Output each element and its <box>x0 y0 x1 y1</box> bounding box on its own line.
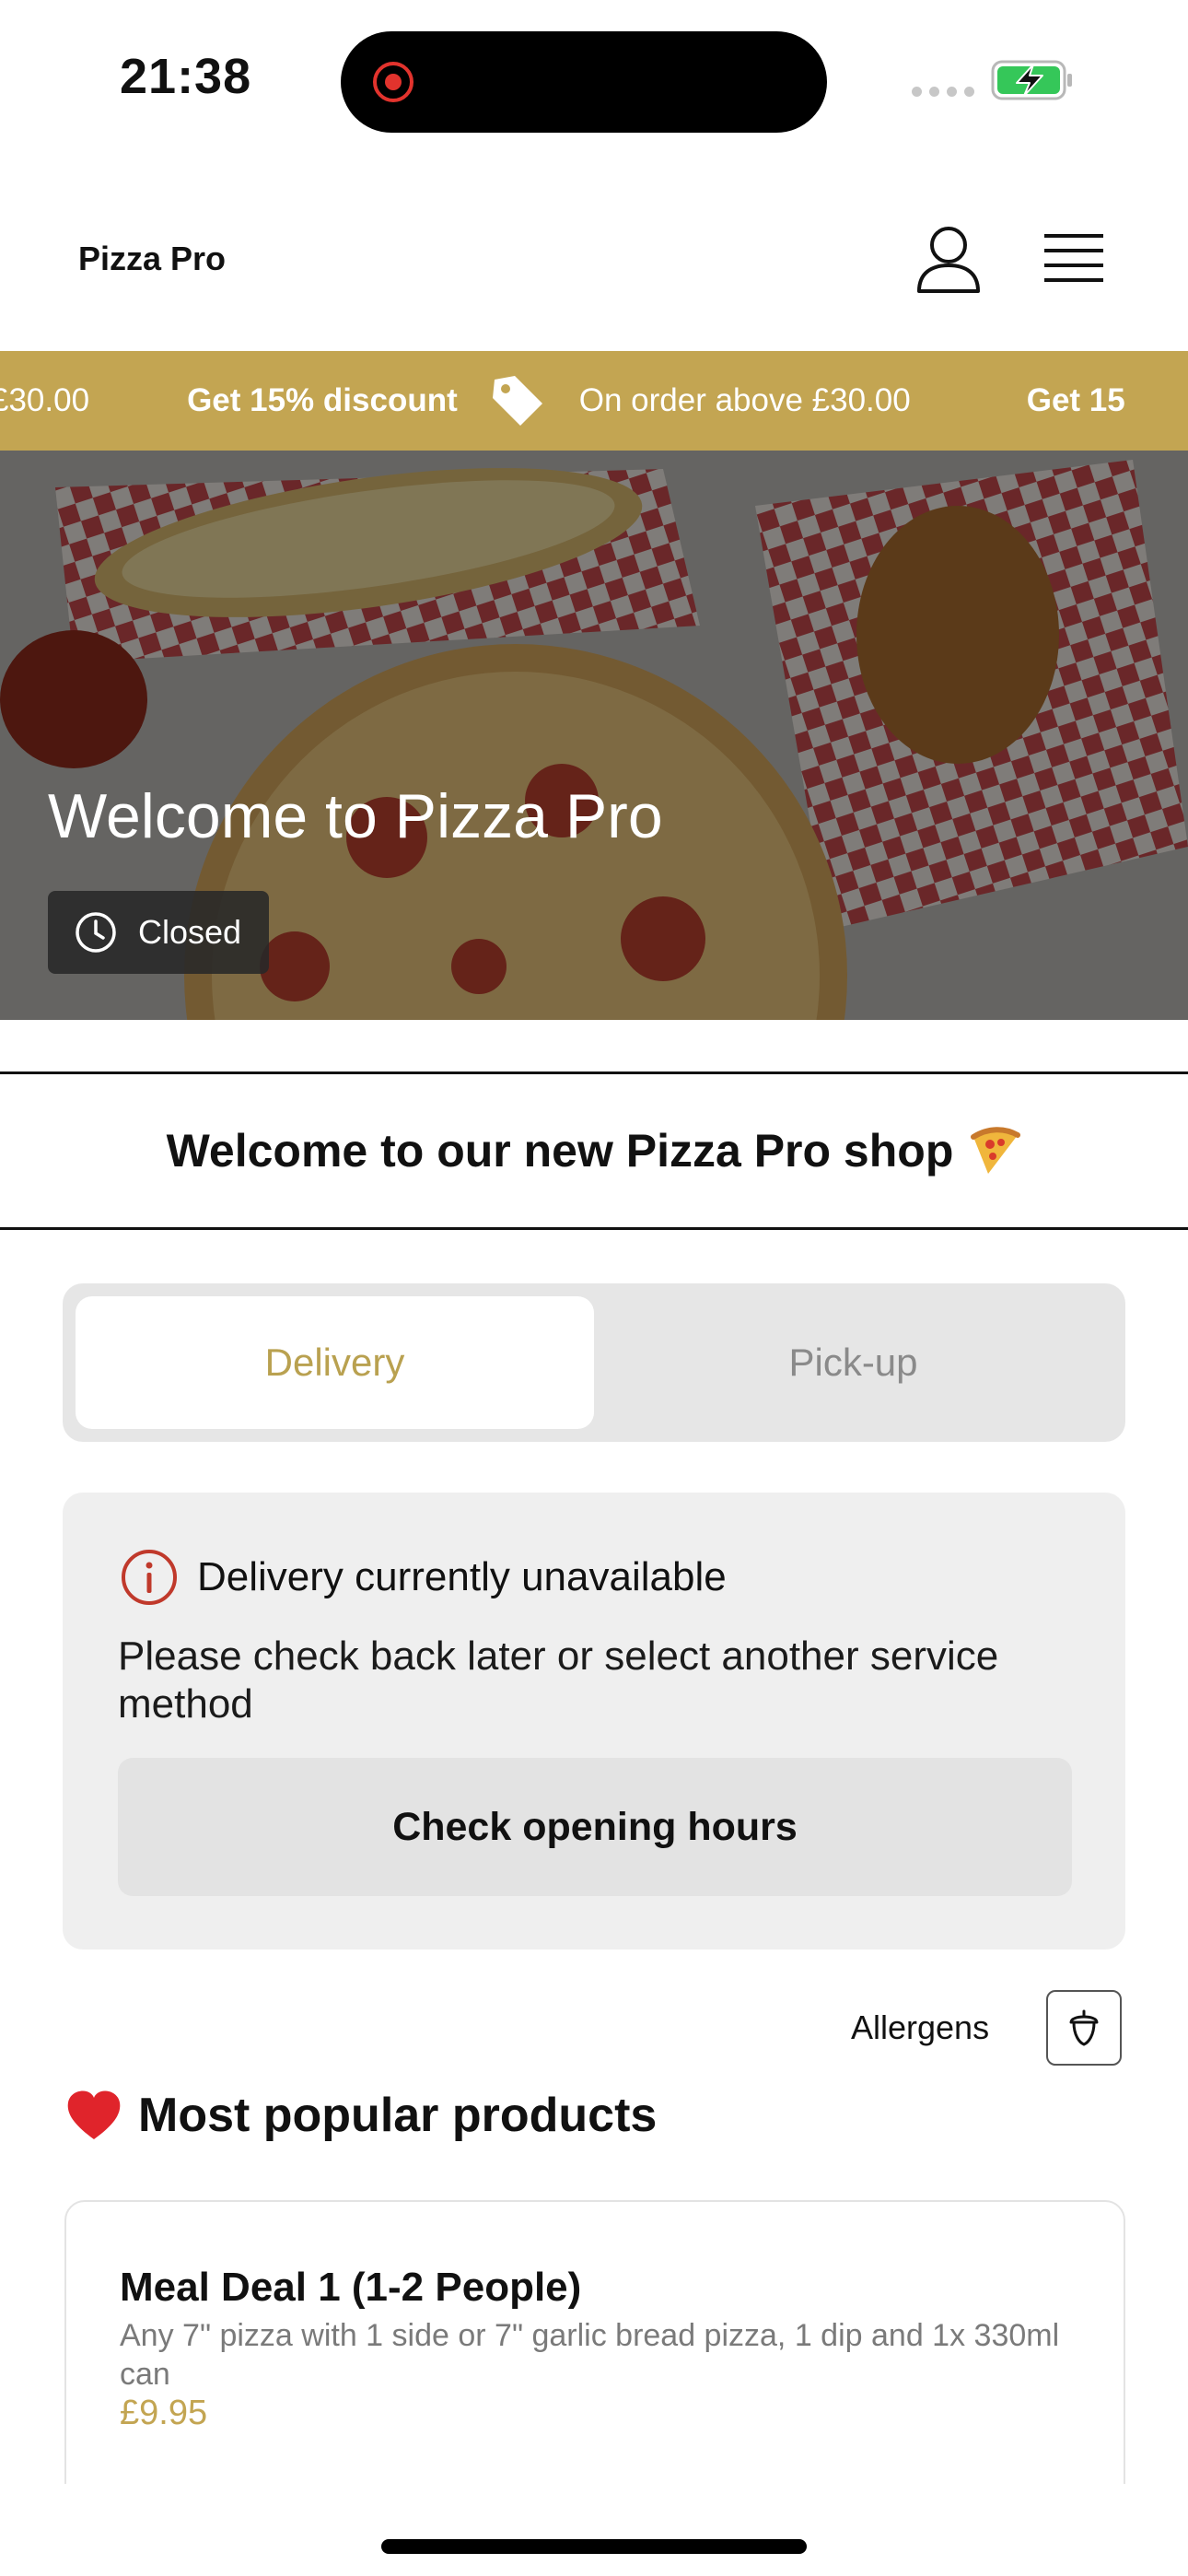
product-description: Any 7" pizza with 1 side or 7" garlic br… <box>120 2318 1060 2392</box>
heart-icon <box>67 2090 121 2139</box>
popular-products-title: Most popular products <box>138 2089 658 2142</box>
promo-discount-text: Get 15% discount <box>187 382 458 418</box>
pickup-tab[interactable]: Pick-up <box>594 1296 1112 1429</box>
welcome-strip: Welcome to our new Pizza Pro shop <box>0 1071 1188 1230</box>
welcome-text: Welcome to our new Pizza Pro shop <box>166 1125 954 1177</box>
promo-text-fragment-right: Get 15 <box>1026 382 1125 418</box>
allergens-label[interactable]: Allergens <box>851 2008 989 2047</box>
hero-banner: Welcome to Pizza Pro Closed <box>0 451 1188 1020</box>
product-name: Meal Deal 1 (1-2 People) <box>120 2265 582 2310</box>
menu-icon[interactable] <box>1039 227 1109 291</box>
hero-title: Welcome to Pizza Pro <box>48 781 663 851</box>
battery-charging-icon <box>991 60 1072 100</box>
popular-products-heading: Most popular products <box>64 2088 657 2143</box>
brand-logo-text[interactable]: Pizza Pro <box>78 240 226 278</box>
status-bar: 21:38 <box>0 0 1188 166</box>
bottom-safe-area <box>0 2484 1188 2576</box>
recording-icon <box>373 62 413 102</box>
signal-icon <box>912 87 974 97</box>
user-icon[interactable] <box>912 223 985 297</box>
pizza-icon <box>971 1127 1021 1174</box>
alert-message: Please check back later or select anothe… <box>118 1633 999 1727</box>
check-opening-hours-button[interactable]: Check opening hours <box>118 1758 1072 1896</box>
alert-title: Delivery currently unavailable <box>197 1554 727 1599</box>
promo-track: £30.00 Get 15% discount On order above £… <box>0 351 1125 451</box>
store-status-badge: Closed <box>48 891 270 974</box>
acorn-icon <box>1069 2009 1099 2046</box>
delivery-tab[interactable]: Delivery <box>76 1296 594 1429</box>
service-method-toggle: Delivery Pick-up <box>63 1283 1125 1442</box>
promo-text-fragment: £30.00 <box>0 382 90 418</box>
alert-header: Delivery currently unavailable <box>120 1548 727 1607</box>
clock-icon <box>76 912 116 953</box>
store-status-text: Closed <box>138 913 242 951</box>
delivery-alert-card: Delivery currently unavailable Please ch… <box>63 1493 1125 1950</box>
tag-icon <box>492 376 542 426</box>
promo-condition-text: On order above £30.00 <box>578 382 911 418</box>
home-indicator[interactable] <box>381 2539 807 2554</box>
allergens-button[interactable] <box>1046 1990 1122 2066</box>
promo-banner: £30.00 Get 15% discount On order above £… <box>0 351 1188 451</box>
app-header: Pizza Pro <box>0 184 1188 350</box>
product-price: £9.95 <box>120 2394 208 2432</box>
status-time: 21:38 <box>120 49 252 104</box>
info-icon <box>122 1550 177 1605</box>
dynamic-island <box>341 31 827 133</box>
